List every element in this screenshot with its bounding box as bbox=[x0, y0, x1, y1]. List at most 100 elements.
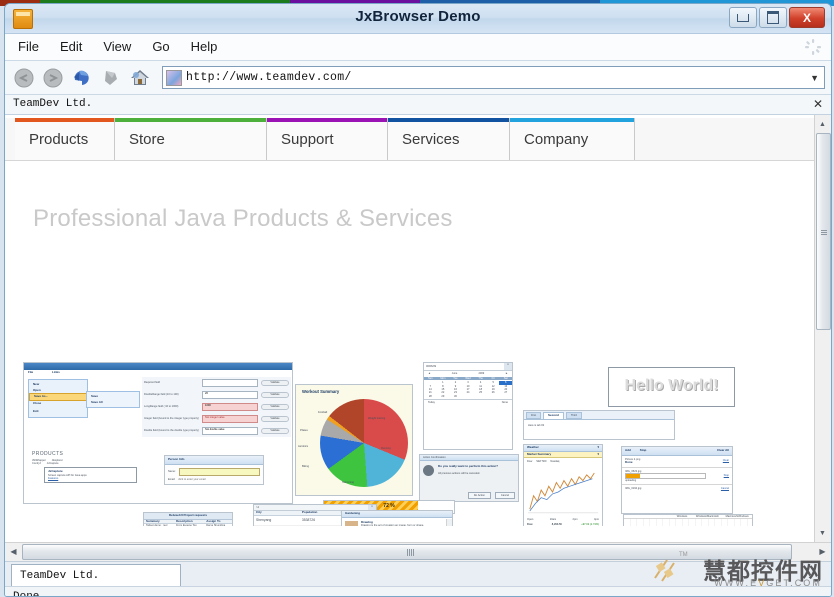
vertical-scroll-thumb[interactable] bbox=[816, 133, 831, 330]
validate-button[interactable]: Validate bbox=[261, 380, 289, 386]
field-label: LongRange field ( 10 to 1000) bbox=[144, 405, 179, 409]
minimize-button[interactable] bbox=[729, 7, 757, 28]
close-button[interactable]: X bbox=[789, 7, 825, 28]
stop-button[interactable] bbox=[98, 65, 123, 90]
upload-row-action[interactable]: Cancel bbox=[721, 487, 729, 490]
menu-item-file[interactable]: File bbox=[15, 38, 42, 55]
nav-tab-products[interactable]: Products bbox=[15, 118, 115, 160]
validate-button[interactable]: Validate bbox=[261, 428, 289, 434]
nav-tab-services[interactable]: Services bbox=[388, 118, 510, 160]
prev-month-icon[interactable]: ◄ bbox=[428, 372, 431, 375]
combo-value[interactable]: Gardening bbox=[342, 511, 452, 518]
shot-tabs-demo[interactable]: First Second Third Here is tab #2 bbox=[523, 410, 675, 440]
demo-product-tooltip: JxCapture Screen capture API for Java ap… bbox=[44, 467, 137, 484]
calendar-day[interactable]: 30 bbox=[449, 395, 462, 398]
calendar-day[interactable] bbox=[474, 395, 487, 398]
field-value[interactable]: 20 bbox=[202, 391, 258, 399]
table-row[interactable]: Tabset demo : reor From Eugene Top Darya S… bbox=[144, 524, 232, 526]
product-link[interactable]: ComfyJ bbox=[32, 462, 41, 465]
demo-menu-file[interactable]: File bbox=[28, 370, 33, 374]
scroll-down-icon[interactable]: ▼ bbox=[815, 525, 830, 541]
calendar-day[interactable] bbox=[462, 395, 475, 398]
shot-feature-matrix[interactable]: Windows Windows/Macintosh Macintosh/Wind… bbox=[623, 514, 753, 526]
forward-arrow-icon bbox=[43, 68, 62, 87]
home-button[interactable] bbox=[127, 65, 152, 90]
combo-scrollbar[interactable] bbox=[446, 519, 452, 526]
nav-tab-company[interactable]: Company bbox=[510, 118, 635, 160]
shot-menu-validation[interactable]: File Links New Open Save As... Close Exi… bbox=[23, 362, 293, 504]
column-header[interactable]: City bbox=[254, 511, 302, 515]
datepicker-none[interactable]: None bbox=[502, 401, 508, 404]
menu-item-view[interactable]: View bbox=[100, 38, 134, 55]
xtick: 4pm bbox=[593, 517, 599, 521]
upload-add-button[interactable]: Add bbox=[625, 448, 631, 452]
reload-button[interactable] bbox=[69, 65, 94, 90]
vertical-scrollbar[interactable]: ▲ ▼ bbox=[814, 115, 831, 542]
shot-hello-world[interactable]: Hello World! bbox=[608, 367, 735, 407]
column-header[interactable]: Population bbox=[302, 511, 341, 515]
calendar-day[interactable] bbox=[499, 395, 512, 398]
field-value[interactable]: 1000 bbox=[202, 403, 258, 411]
datepicker-dropdown-icon[interactable]: ▾ bbox=[504, 363, 512, 371]
upload-clear-all-button[interactable]: Clear All bbox=[717, 448, 729, 453]
reports-table-body: Tabset demo : reor From Eugene Top Darya S… bbox=[144, 524, 232, 526]
address-bar[interactable]: http://www.teamdev.com/ ▼ bbox=[162, 66, 825, 89]
menu-item-help[interactable]: Help bbox=[188, 38, 221, 55]
validate-button[interactable]: Validate bbox=[261, 404, 289, 410]
demo-tab-third[interactable]: Third bbox=[565, 412, 582, 420]
dialog-cancel-button[interactable]: Cancel bbox=[494, 491, 515, 499]
shot-market-widget[interactable]: Weather ▾ Market Summary ▾ Dow S&P 500 Nas… bbox=[523, 444, 603, 526]
shot-reports-table[interactable]: Deluxe/UI Project requests Summary Descr… bbox=[143, 512, 233, 526]
bottom-tab-teamdev[interactable]: TeamDev Ltd. bbox=[11, 564, 181, 586]
field-value[interactable]: Not double value bbox=[202, 427, 258, 435]
demo-menu-item-exit[interactable]: Exit bbox=[29, 409, 87, 415]
address-dropdown-icon[interactable]: ▼ bbox=[810, 73, 819, 83]
shot-date-picker[interactable]: 06/06/09 ▾ ◄ June 2009 ► Sun Mon Tue Wed Thu… bbox=[423, 362, 513, 450]
upload-stop-button[interactable]: Stop bbox=[640, 448, 647, 452]
collapse-icon[interactable]: ▾ bbox=[597, 445, 599, 450]
datepicker-grid[interactable]: 1 2 3 4 5 6 7 8 9 10 11 12 13 14 15 16 17 18 19 20 21 22 23 24 2… bbox=[424, 380, 512, 399]
next-month-icon[interactable]: ► bbox=[505, 372, 508, 375]
calendar-day[interactable]: 29 bbox=[437, 395, 450, 398]
address-input[interactable]: http://www.teamdev.com/ bbox=[186, 71, 352, 84]
validate-button[interactable]: Validate bbox=[261, 392, 289, 398]
scroll-left-icon[interactable]: ◀ bbox=[6, 544, 21, 559]
menu-item-edit[interactable]: Edit bbox=[57, 38, 85, 55]
nav-tab-support[interactable]: Support bbox=[267, 118, 388, 160]
demo-tab-first[interactable]: First bbox=[526, 412, 542, 420]
demo-submenu-save-all[interactable]: Save All bbox=[87, 400, 139, 406]
forward-button[interactable] bbox=[40, 65, 65, 90]
demo-menu-item-save-as[interactable]: Save As... bbox=[29, 393, 87, 401]
field-value[interactable]: Not integer value bbox=[202, 415, 258, 423]
column-header[interactable]: Summary bbox=[144, 519, 176, 524]
demo-menu-links[interactable]: Links bbox=[52, 370, 60, 374]
column-header[interactable]: Description bbox=[176, 519, 206, 524]
person-email-value[interactable]: click to enter your email bbox=[178, 478, 205, 481]
product-link[interactable]: JxCapture bbox=[47, 462, 59, 465]
calendar-day[interactable]: 28 bbox=[424, 395, 437, 398]
scroll-up-icon[interactable]: ▲ bbox=[815, 116, 830, 132]
maximize-button[interactable] bbox=[759, 7, 787, 28]
throbber-icon bbox=[805, 39, 821, 55]
page-tab-title[interactable]: TeamDev Ltd. bbox=[13, 98, 92, 110]
datepicker-today[interactable]: Today bbox=[428, 401, 435, 404]
nav-tab-store[interactable]: Store bbox=[115, 118, 267, 160]
upload-row-action[interactable]: Clear bbox=[723, 459, 729, 462]
demo-tab-second[interactable]: Second bbox=[543, 412, 564, 420]
shot-upload-widget[interactable]: Add Stop Clear All Picture 2.png Done Cl… bbox=[621, 446, 733, 514]
collapse-icon[interactable]: ▾ bbox=[597, 452, 599, 457]
tooltip-link-features[interactable]: Features bbox=[48, 477, 133, 480]
shot-pie-chart[interactable]: Workout Summary Weight training Running … bbox=[295, 384, 413, 496]
dialog-do-action-button[interactable]: Do Action bbox=[467, 491, 491, 499]
upload-row-action[interactable]: Stop bbox=[724, 474, 729, 477]
shot-combo-demo[interactable]: Gardening Drawing Drawing is the act of … bbox=[341, 510, 453, 526]
column-header[interactable]: Assign To bbox=[206, 519, 232, 524]
calendar-day[interactable] bbox=[487, 395, 500, 398]
close-tab-icon[interactable]: ✕ bbox=[813, 97, 823, 111]
menu-item-go[interactable]: Go bbox=[149, 38, 172, 55]
datepicker-value[interactable]: 06/06/09 bbox=[424, 363, 504, 370]
validate-button[interactable]: Validate bbox=[261, 416, 289, 422]
demo-menu-item-close[interactable]: Close bbox=[29, 401, 87, 407]
shot-dialog[interactable]: Action Confirmation Do you really want t… bbox=[419, 454, 519, 502]
back-button[interactable] bbox=[11, 65, 36, 90]
